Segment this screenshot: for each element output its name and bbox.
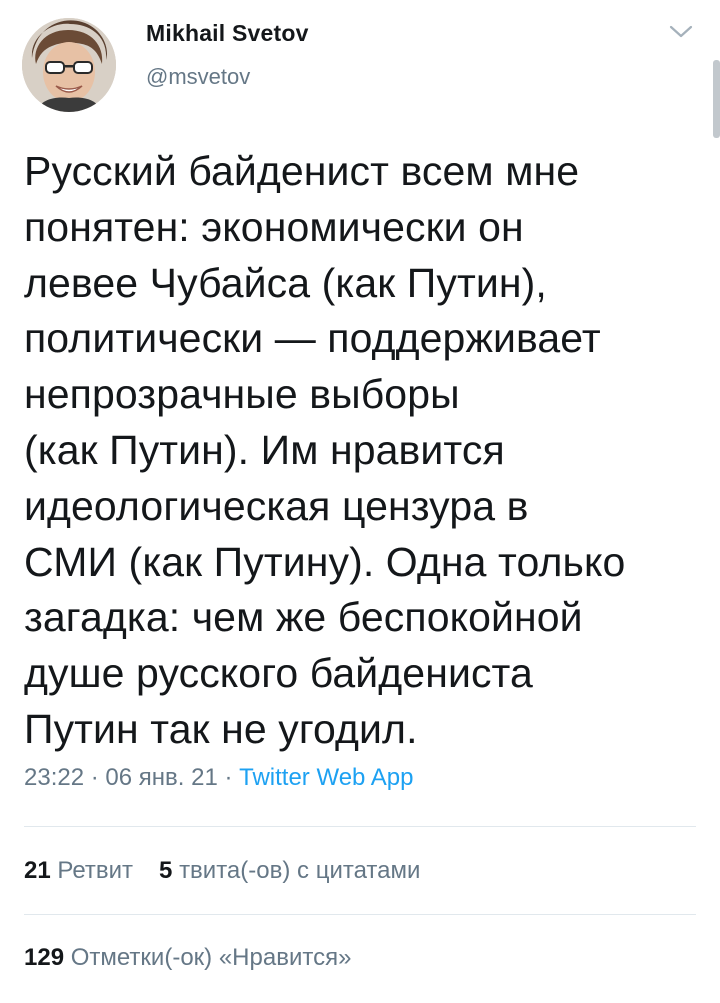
quotes-stat[interactable]: 5 твита(-ов) с цитатами — [159, 857, 420, 885]
divider — [24, 826, 696, 827]
meta-separator: · — [84, 764, 106, 791]
likes-count: 129 — [24, 944, 65, 971]
scrollbar[interactable] — [713, 60, 720, 138]
likes-label: Отметки(-ок) «Нравится» — [70, 944, 352, 971]
avatar[interactable] — [22, 18, 116, 112]
retweet-stats-row: 21 Ретвит 5 твита(-ов) с цитатами — [24, 857, 446, 885]
quotes-count: 5 — [159, 857, 173, 884]
tweet-date: 06 янв. 21 — [105, 764, 218, 791]
chevron-down-icon[interactable] — [668, 22, 694, 42]
quotes-label: твита(-ов) с цитатами — [179, 857, 421, 884]
retweets-stat[interactable]: 21 Ретвит — [24, 857, 133, 885]
tweet-header: Mikhail Svetov @msvetov — [0, 0, 720, 120]
tweet-text: Русский байденист всем мне понятен: экон… — [24, 148, 626, 752]
tweet-meta: 23:22 · 06 янв. 21 · Twitter Web App — [24, 764, 413, 792]
tweet-time: 23:22 — [24, 764, 85, 791]
divider — [24, 914, 696, 915]
meta-separator: · — [217, 764, 240, 791]
likes-stats-row: 129 Отметки(-ок) «Нравится» — [24, 944, 377, 972]
retweets-count: 21 — [24, 857, 51, 884]
tweet-source-link[interactable]: Twitter Web App — [239, 764, 413, 791]
retweets-label: Ретвит — [57, 857, 134, 884]
author-name[interactable]: Mikhail Svetov — [146, 20, 309, 47]
avatar-image — [22, 18, 116, 112]
likes-stat[interactable]: 129 Отметки(-ок) «Нравится» — [24, 944, 351, 972]
author-handle[interactable]: @msvetov — [146, 64, 250, 90]
